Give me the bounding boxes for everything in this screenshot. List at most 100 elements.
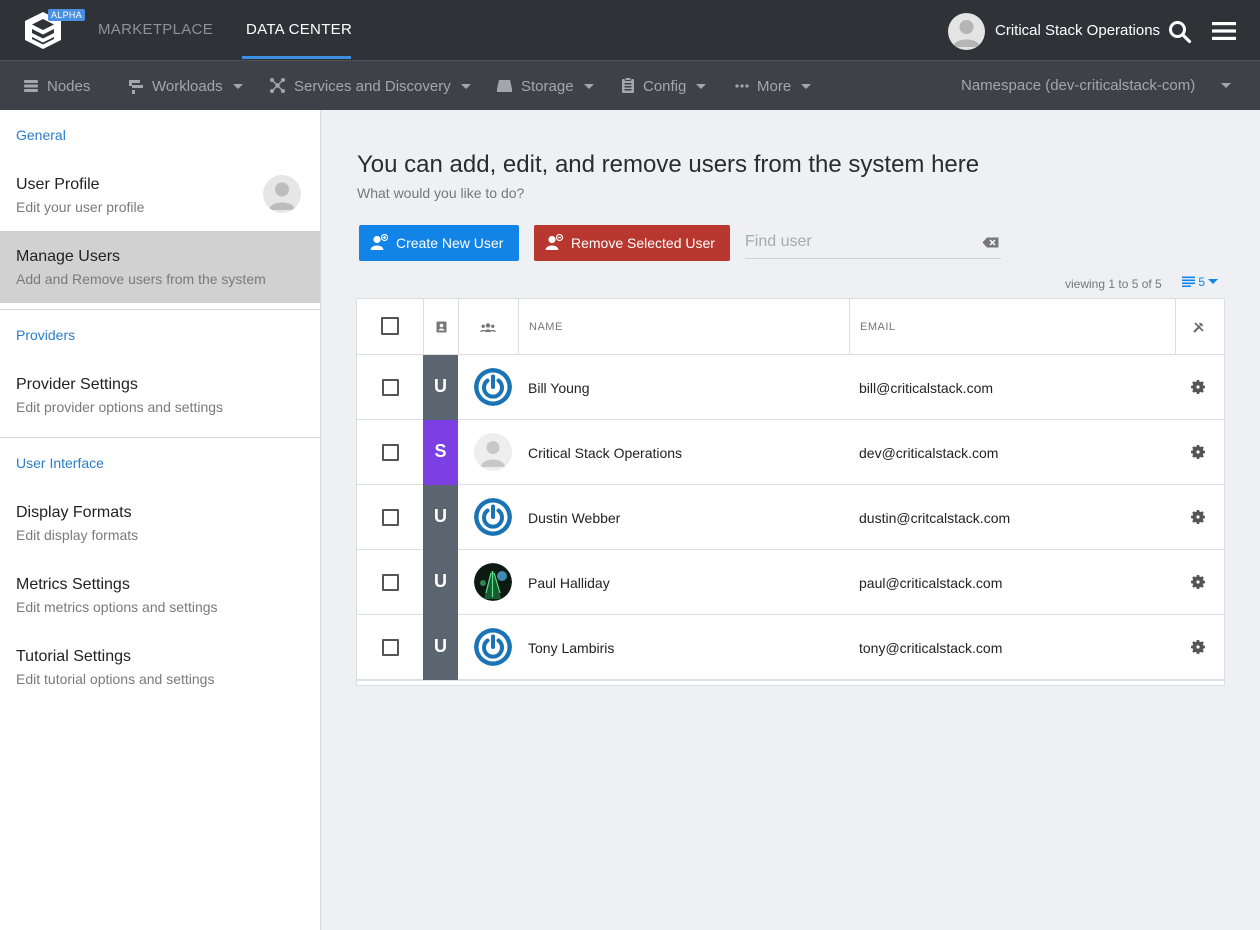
table-row[interactable]: U Dustin Webber dustin@critcalstack.com xyxy=(357,485,1224,550)
subnav-workloads[interactable]: Workloads xyxy=(128,61,243,111)
subnav-storage[interactable]: Storage xyxy=(496,61,594,111)
column-divider xyxy=(423,299,424,355)
subnav-more-label: More xyxy=(757,78,792,95)
default-avatar-icon xyxy=(269,182,295,210)
user-name: Paul Halliday xyxy=(528,575,610,591)
top-bar: ALPHA MARKETPLACE DATA CENTER Critical S… xyxy=(0,0,1260,60)
sidebar-item-title: Tutorial Settings xyxy=(16,648,132,665)
per-page-selector[interactable]: 5 xyxy=(1182,275,1219,289)
sidebar-item-provider-settings[interactable]: Provider Settings Edit provider options … xyxy=(0,359,320,431)
settings-sidebar: General User Profile Edit your user prof… xyxy=(0,110,321,930)
gear-icon[interactable] xyxy=(1191,380,1205,394)
user-avatar xyxy=(474,433,512,471)
role-badge: U xyxy=(423,615,458,680)
table-row[interactable]: S Critical Stack Operations dev@critical… xyxy=(357,420,1224,485)
subnav-config-label: Config xyxy=(643,78,687,95)
create-user-button[interactable]: Create New User xyxy=(359,225,519,261)
select-all-checkbox[interactable] xyxy=(381,317,399,335)
remove-user-label: Remove Selected User xyxy=(571,235,715,251)
find-user-input[interactable] xyxy=(745,225,975,259)
row-checkbox[interactable] xyxy=(382,379,399,396)
table-row[interactable]: U Bill Young bill@criticalstack.com xyxy=(357,355,1224,420)
role-badge: U xyxy=(423,550,458,615)
user-avatar[interactable] xyxy=(948,13,985,50)
role-column-icon[interactable] xyxy=(436,321,447,333)
column-divider xyxy=(458,299,459,355)
sidebar-item-desc: Edit metrics options and settings xyxy=(16,599,218,615)
config-icon xyxy=(622,77,634,94)
row-checkbox[interactable] xyxy=(382,509,399,526)
table-header: NAME EMAIL xyxy=(357,299,1224,355)
find-user-field xyxy=(745,225,1001,259)
sidebar-item-user-profile[interactable]: User Profile Edit your user profile xyxy=(0,159,320,231)
users-group-icon[interactable] xyxy=(480,322,496,332)
user-email: tony@criticalstack.com xyxy=(859,640,1003,656)
sidebar-item-manage-users[interactable]: Manage Users Add and Remove users from t… xyxy=(0,231,320,303)
pagination-status: viewing 1 to 5 of 5 xyxy=(1065,277,1162,291)
sidebar-item-desc: Edit display formats xyxy=(16,527,139,543)
sidebar-item-display-formats[interactable]: Display Formats Edit display formats xyxy=(0,487,320,559)
sidebar-item-desc: Add and Remove users from the system xyxy=(16,271,266,287)
subnav-config[interactable]: Config xyxy=(621,61,707,111)
create-user-label: Create New User xyxy=(396,235,504,251)
page-title: You can add, edit, and remove users from… xyxy=(357,151,980,178)
chevron-down-icon xyxy=(1208,279,1219,285)
row-checkbox[interactable] xyxy=(382,574,399,591)
nodes-icon xyxy=(24,79,38,92)
chevron-down-icon xyxy=(460,83,471,89)
sidebar-item-title: Metrics Settings xyxy=(16,576,130,593)
table-footer-line xyxy=(357,680,1224,681)
subnav-services-label: Services and Discovery xyxy=(294,78,451,95)
sub-nav-bar: Nodes Workloads Services and Discovery S… xyxy=(0,60,1260,110)
nav-data-center[interactable]: DATA CENTER xyxy=(242,0,356,60)
subnav-storage-label: Storage xyxy=(521,78,574,95)
subnav-services[interactable]: Services and Discovery xyxy=(269,61,471,111)
subnav-workloads-label: Workloads xyxy=(152,78,223,95)
subnav-nodes[interactable]: Nodes xyxy=(23,61,90,111)
column-divider xyxy=(1175,299,1176,355)
user-name: Critical Stack Operations xyxy=(528,445,683,461)
sidebar-item-title: Provider Settings xyxy=(16,376,138,393)
hamburger-menu-icon[interactable] xyxy=(1212,20,1236,42)
table-row[interactable]: U Tony Lambiris tony@criticalstack.com xyxy=(357,615,1224,680)
column-header-name[interactable]: NAME xyxy=(529,321,563,333)
sidebar-item-tutorial-settings[interactable]: Tutorial Settings Edit tutorial options … xyxy=(0,631,320,703)
default-avatar-icon xyxy=(953,20,980,47)
power-avatar-icon xyxy=(474,368,512,406)
sidebar-item-title: User Profile xyxy=(16,176,100,193)
gear-icon[interactable] xyxy=(1191,445,1205,459)
namespace-chevron-down-icon[interactable] xyxy=(1221,83,1231,88)
column-header-email[interactable]: EMAIL xyxy=(860,321,896,333)
column-divider xyxy=(518,299,519,355)
per-page-value: 5 xyxy=(1198,275,1206,289)
table-row[interactable]: U Paul Halliday paul@criticalstack.com xyxy=(357,550,1224,615)
more-icon xyxy=(735,83,749,88)
gear-icon[interactable] xyxy=(1191,510,1205,524)
divider xyxy=(0,437,320,438)
role-badge: U xyxy=(423,355,458,420)
gear-icon[interactable] xyxy=(1191,575,1205,589)
gear-icon[interactable] xyxy=(1191,640,1205,654)
alpha-badge: ALPHA xyxy=(48,9,86,21)
sidebar-item-metrics-settings[interactable]: Metrics Settings Edit metrics options an… xyxy=(0,559,320,631)
services-icon xyxy=(270,78,285,94)
power-avatar-icon xyxy=(474,628,512,666)
profile-avatar xyxy=(263,175,301,213)
remove-user-button[interactable]: Remove Selected User xyxy=(534,225,730,261)
sidebar-item-title: Display Formats xyxy=(16,504,132,521)
user-email: bill@criticalstack.com xyxy=(859,380,994,396)
row-checkbox[interactable] xyxy=(382,639,399,656)
photo-avatar-icon xyxy=(474,563,512,601)
subnav-more[interactable]: More xyxy=(735,61,812,111)
search-icon[interactable] xyxy=(1168,20,1192,44)
clear-input-icon[interactable] xyxy=(982,237,999,248)
namespace-selector[interactable]: Namespace (dev-criticalstack-com) xyxy=(961,61,1195,111)
user-name: Tony Lambiris xyxy=(528,640,615,656)
user-email: paul@criticalstack.com xyxy=(859,575,1003,591)
section-providers: Providers xyxy=(16,327,76,343)
column-settings-icon[interactable] xyxy=(1193,322,1204,333)
user-name[interactable]: Critical Stack Operations xyxy=(995,0,1160,62)
row-checkbox[interactable] xyxy=(382,444,399,461)
nav-marketplace[interactable]: MARKETPLACE xyxy=(98,0,213,60)
storage-icon xyxy=(497,79,512,92)
